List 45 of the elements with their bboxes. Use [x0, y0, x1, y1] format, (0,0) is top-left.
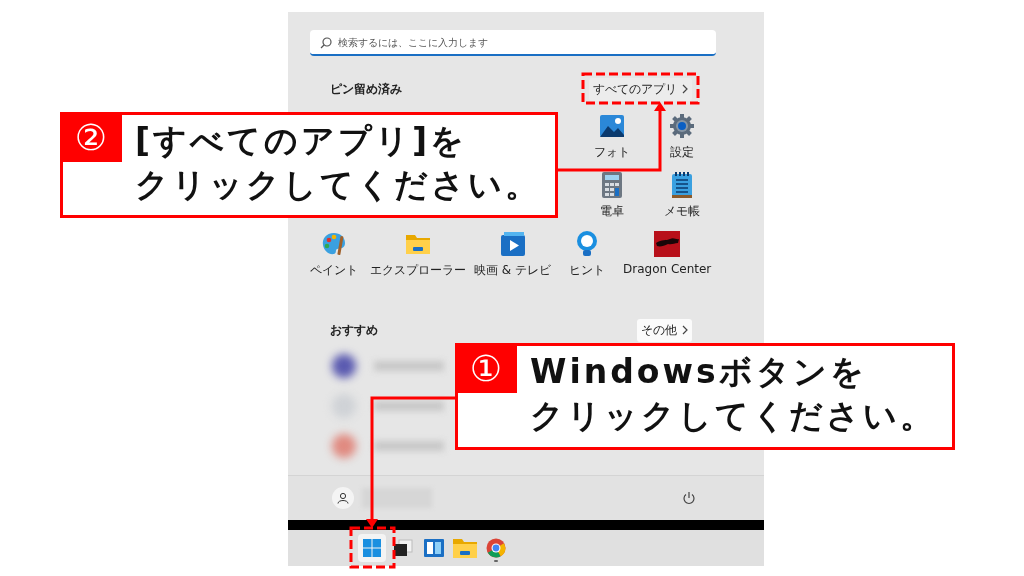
browser-logo-icon	[486, 538, 506, 558]
blurred-file-name	[374, 441, 444, 451]
widgets-icon	[424, 539, 444, 557]
settings-icon	[669, 113, 695, 139]
running-indicator	[494, 560, 498, 562]
user-account-icon[interactable]	[332, 487, 354, 509]
callout-text: [すべてのアプリ]を	[135, 120, 469, 162]
app-tile[interactable]: Dragon Center	[623, 230, 712, 289]
more-button[interactable]: その他	[637, 318, 692, 342]
app-tile[interactable]: 電卓	[584, 171, 640, 230]
step-number: ②	[60, 112, 122, 162]
highlight-frame	[349, 526, 396, 569]
blurred-file-icon	[332, 354, 356, 378]
task-view-icon	[393, 539, 413, 557]
notepad-icon	[671, 171, 693, 199]
all-apps-button[interactable]: すべてのアプリ	[589, 77, 692, 101]
app-tile[interactable]: フォト	[584, 112, 640, 171]
app-tile[interactable]: 設定	[654, 112, 710, 171]
app-tile[interactable]: エクスプローラー	[370, 230, 466, 289]
app-tile[interactable]: ペイント	[306, 230, 362, 289]
app-tile[interactable]: 映画 & テレビ	[474, 230, 551, 289]
light-bulb-icon	[575, 230, 599, 258]
folder-icon	[405, 232, 431, 256]
blurred-file-name	[374, 401, 444, 411]
video-play-icon	[499, 231, 526, 257]
palette-icon	[321, 231, 347, 257]
dragon-logo-icon	[654, 231, 681, 257]
calculator-icon	[601, 171, 623, 199]
windows-logo-icon	[363, 539, 381, 557]
step-number: ①	[455, 343, 517, 393]
app-tile[interactable]: メモ帳	[654, 171, 710, 230]
section-title: ピン留め済み	[330, 80, 402, 98]
section-title: おすすめ	[330, 321, 378, 339]
chevron-icon	[682, 84, 688, 94]
power-icon[interactable]	[682, 491, 696, 505]
folder-icon	[452, 536, 478, 560]
blurred-file-icon	[332, 434, 356, 458]
callout-text: クリックしてください。	[530, 395, 937, 437]
search-field[interactable]: 検索するには、ここに入力します	[310, 30, 716, 56]
app-tile[interactable]: ヒント	[559, 230, 615, 289]
chevron-icon	[682, 325, 688, 335]
photo-icon	[599, 113, 625, 139]
callout-text: クリックしてください。	[135, 164, 542, 206]
callout-text: Windowsボタンを	[530, 351, 868, 393]
blurred-user-name	[362, 488, 432, 508]
